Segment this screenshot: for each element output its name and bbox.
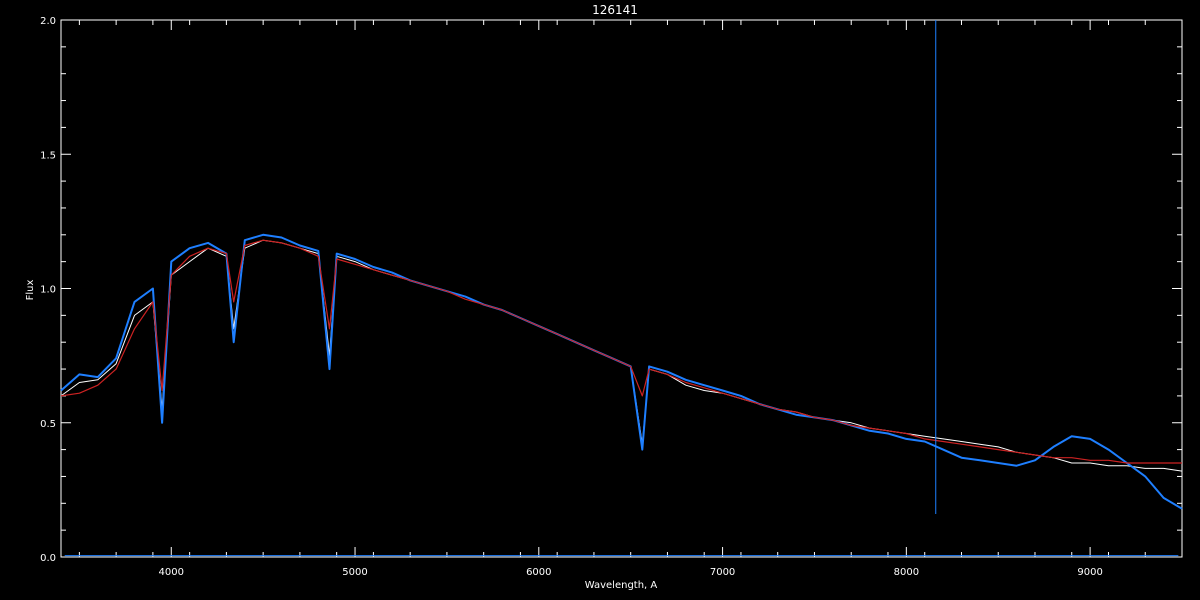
x-tick-label: 7000 (710, 567, 735, 578)
x-tick-label: 8000 (894, 567, 919, 578)
y-tick-label: 2.0 (40, 16, 56, 27)
spectrum-chart: 126141 4000 5000 6000 7000 8000 9000 0.0 0.5 1.… (0, 0, 1200, 600)
y-tick-label: 0.0 (40, 553, 56, 564)
x-tick-label: 5000 (342, 567, 367, 578)
y-tick-label: 0.5 (40, 419, 56, 430)
y-tick-label: 1.0 (40, 285, 56, 296)
x-tick-label: 9000 (1077, 567, 1102, 578)
chart-title: 126141 (592, 3, 638, 17)
y-tick-label: 1.5 (40, 150, 56, 161)
chart-background (0, 0, 1200, 600)
x-tick-label: 4000 (159, 567, 184, 578)
x-axis-title: Wavelength, A (585, 580, 658, 591)
y-axis-title: Flux (25, 280, 36, 301)
x-tick-label: 6000 (526, 567, 551, 578)
